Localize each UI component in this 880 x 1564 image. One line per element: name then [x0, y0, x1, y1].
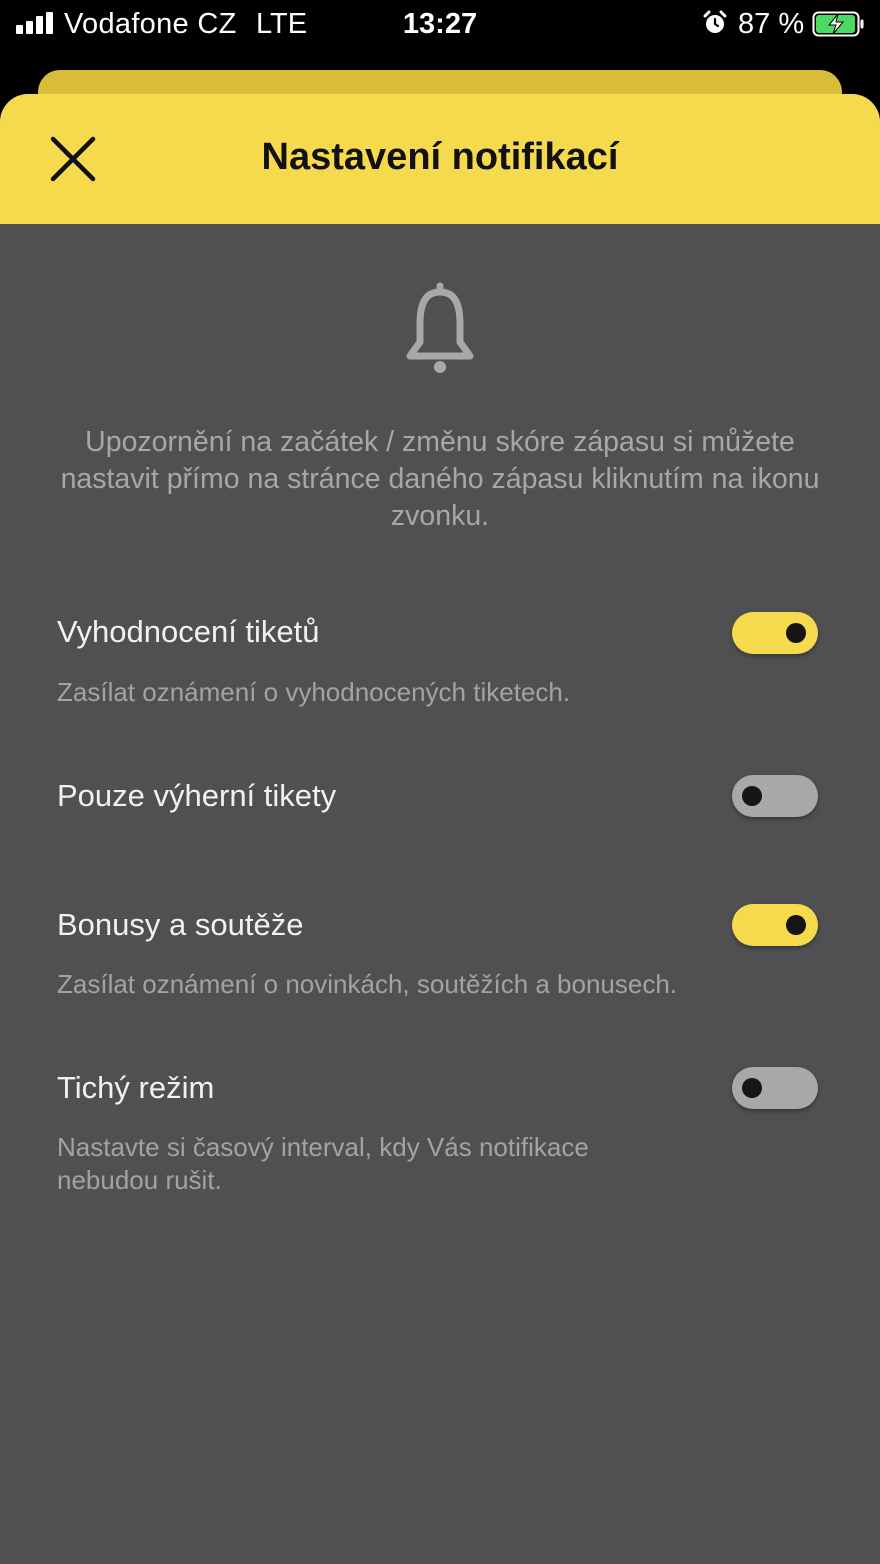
toggle-knob [786, 623, 806, 643]
status-bar: Vodafone CZ LTE 13:27 87 % [0, 0, 880, 60]
setting-description-bonuses-competitions: Zasílat oznámení o novinkách, soutěžích … [57, 969, 678, 999]
battery-percent: 87 % [738, 8, 805, 40]
setting-title-bonuses-competitions: Bonusy a soutěže [57, 907, 304, 942]
alarm-icon [703, 10, 727, 33]
toggle-knob [786, 915, 806, 935]
setting-title-quiet-mode: Tichý režim [57, 1070, 215, 1105]
battery-charging-icon [812, 11, 864, 37]
toggle-quiet-mode[interactable] [732, 1067, 818, 1109]
info-text: Upozornění na začátek / změnu skóre zápa… [60, 426, 820, 532]
header-bar: Nastavení notifikací [0, 94, 880, 224]
setting-description-quiet-mode: Nastavte si časový interval, kdy Vás not… [57, 1132, 589, 1195]
notification-settings-sheet: Nastavení notifikací Upozornění na začát… [0, 94, 880, 1564]
toggle-bonuses-competitions[interactable] [732, 904, 818, 946]
setting-title-winning-tickets-only: Pouze výherní tikety [57, 778, 337, 813]
setting-title-ticket-evaluation: Vyhodnocení tiketů [57, 614, 320, 649]
toggle-ticket-evaluation[interactable] [732, 612, 818, 654]
toggle-knob [742, 1078, 762, 1098]
setting-description-ticket-evaluation: Zasílat oznámení o vyhodnocených tiketec… [57, 677, 571, 707]
bell-icon [406, 282, 474, 373]
page-title: Nastavení notifikací [261, 136, 619, 178]
toggle-knob [742, 786, 762, 806]
toggle-winning-tickets-only[interactable] [732, 775, 818, 817]
